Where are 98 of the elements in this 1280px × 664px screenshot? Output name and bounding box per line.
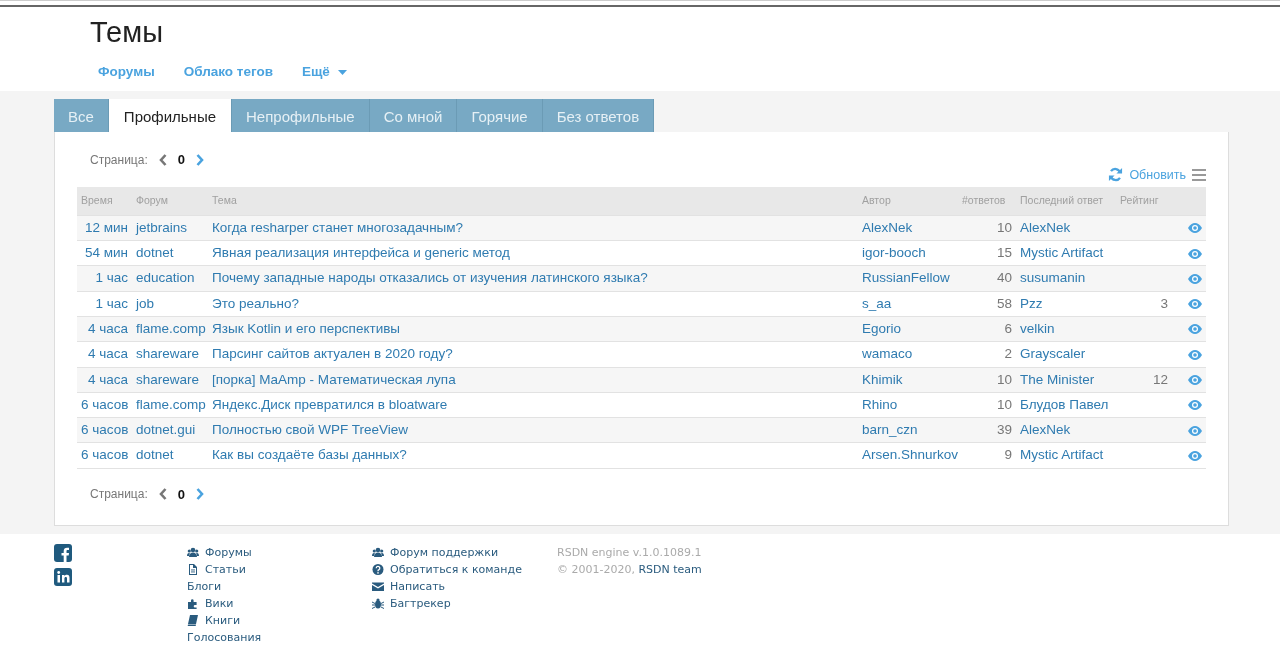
book-icon [187,615,199,626]
page-title: Темы [90,17,164,49]
pager-label: Страница: [90,486,148,504]
topic-link[interactable]: Это реально? [212,295,299,311]
topic-link[interactable]: Явная реализация интерфейса и generic метод [212,245,510,261]
menu-icon[interactable] [1192,168,1206,181]
nav-link[interactable]: Форумы [90,61,163,83]
footer-link[interactable]: Блоги [187,578,372,595]
forum-link[interactable]: dotnet [136,245,174,261]
replies-count: 10 [996,396,1012,412]
pager-label: Страница: [90,151,148,169]
eye-icon[interactable] [1188,400,1202,411]
time-cell: 1 час [95,270,128,286]
eye-icon[interactable] [1188,375,1202,385]
column-header: Время [77,187,132,216]
topic-link[interactable]: Как вы создаёте базы данных? [212,447,407,463]
rating-value: 3 [1160,295,1168,311]
copyright-text: © 2001-2020, [557,563,635,576]
forum-link[interactable]: flame.comp [136,396,206,412]
forum-link[interactable]: dotnet [136,447,174,463]
replies-count: 15 [996,245,1012,261]
footer-link[interactable]: Вики [187,595,372,612]
linkedin-icon[interactable] [54,568,72,586]
time-cell: 4 часа [87,320,128,336]
column-header: Форум [132,187,208,216]
eye-icon[interactable] [1188,299,1202,310]
refresh-button[interactable]: Обновить [1108,165,1186,185]
time-cell: 6 часов [81,447,129,463]
replies-count: 2 [1004,346,1012,362]
file-icon [187,564,199,575]
dropdown-toggle-link[interactable]: Ещё [293,61,355,83]
footer-link[interactable]: Форум поддержки [372,544,557,561]
last-reply-author-link[interactable]: Grayscaler [1020,346,1086,362]
footer-link[interactable]: Статьи [187,561,372,578]
users-icon [372,547,384,558]
time-cell: 1 час [95,295,128,311]
nav-link[interactable]: Облако тегов [175,61,281,83]
last-reply-author-link[interactable]: Pzz [1020,295,1043,311]
next-page-icon[interactable] [194,153,205,166]
replies-count: 40 [996,270,1012,286]
last-reply-author-link[interactable]: Mystic Artifact [1020,245,1104,261]
time-cell: 4 часа [87,371,128,387]
footer-link[interactable]: Написать [372,578,557,595]
replies-count: 10 [996,219,1012,235]
forum-link[interactable]: shareware [136,346,200,362]
page-number: 0 [177,151,185,169]
footer-link[interactable]: Обратиться к команде [372,561,557,578]
eye-icon[interactable] [1188,223,1202,234]
time-cell: 4 часа [87,346,128,362]
page-number: 0 [177,485,185,504]
author-link[interactable]: Arsen.Shnurkov [862,447,959,463]
team-link[interactable]: RSDN team [638,563,702,576]
tab[interactable]: Профильные [108,99,233,132]
eye-icon[interactable] [1188,450,1202,461]
facebook-icon[interactable] [54,544,72,562]
author-link[interactable]: wamaco [862,346,913,362]
eye-icon[interactable] [1188,349,1202,360]
rating-value: 12 [1152,371,1168,387]
last-reply-author-link[interactable]: Блудов Павел [1020,396,1109,412]
replies-count: 9 [1004,447,1012,463]
replies-count: 10 [996,371,1012,387]
time-cell: 54 мин [84,245,128,261]
eye-icon[interactable] [1188,273,1202,284]
time-cell: 12 мин [84,219,128,235]
column-header: Автор [858,187,958,216]
footer-link[interactable]: Книги [187,612,372,629]
puzzle-icon [187,598,199,609]
time-cell: 6 часов [81,396,129,412]
footer-link[interactable]: Багтрекер [372,595,557,612]
version-text: RSDN engine v.1.0.1089.1 [557,545,703,561]
users-icon [187,547,199,558]
column-header: #ответов [958,187,1016,216]
replies-count: 58 [996,295,1012,311]
next-page-icon[interactable] [194,488,205,501]
replies-count: 6 [1004,320,1012,336]
footer-link[interactable]: Голосования [187,629,372,646]
question-icon [372,564,384,575]
column-header: Рейтинг [1116,187,1172,216]
author-link[interactable]: Rhino [862,396,898,412]
eye-icon[interactable] [1188,425,1202,436]
eye-icon[interactable] [1188,248,1202,259]
last-reply-author-link[interactable]: Mystic Artifact [1020,447,1104,463]
eye-icon[interactable] [1188,324,1202,335]
author-link[interactable]: s_aa [862,295,892,311]
column-header: Тема [208,187,858,216]
refresh-icon [1108,167,1124,183]
author-link[interactable]: igor-booch [862,245,926,261]
forum-link[interactable]: job [136,295,154,311]
column-header: Последний ответ [1016,187,1116,216]
bug-icon [372,598,384,609]
envelope-icon [372,581,384,592]
topic-link[interactable]: Полностью свой WPF TreeView [212,422,408,438]
topic-link[interactable]: Яндекс.Диск превратился в bloatware [212,396,448,412]
topic-link[interactable]: Парсинг сайтов актуален в 2020 году? [212,346,453,362]
time-cell: 6 часов [81,422,129,438]
footer-link[interactable]: Форумы [187,544,372,561]
topic-link[interactable]: Язык Kotlin и его перспективы [212,320,401,336]
replies-count: 39 [996,422,1012,438]
